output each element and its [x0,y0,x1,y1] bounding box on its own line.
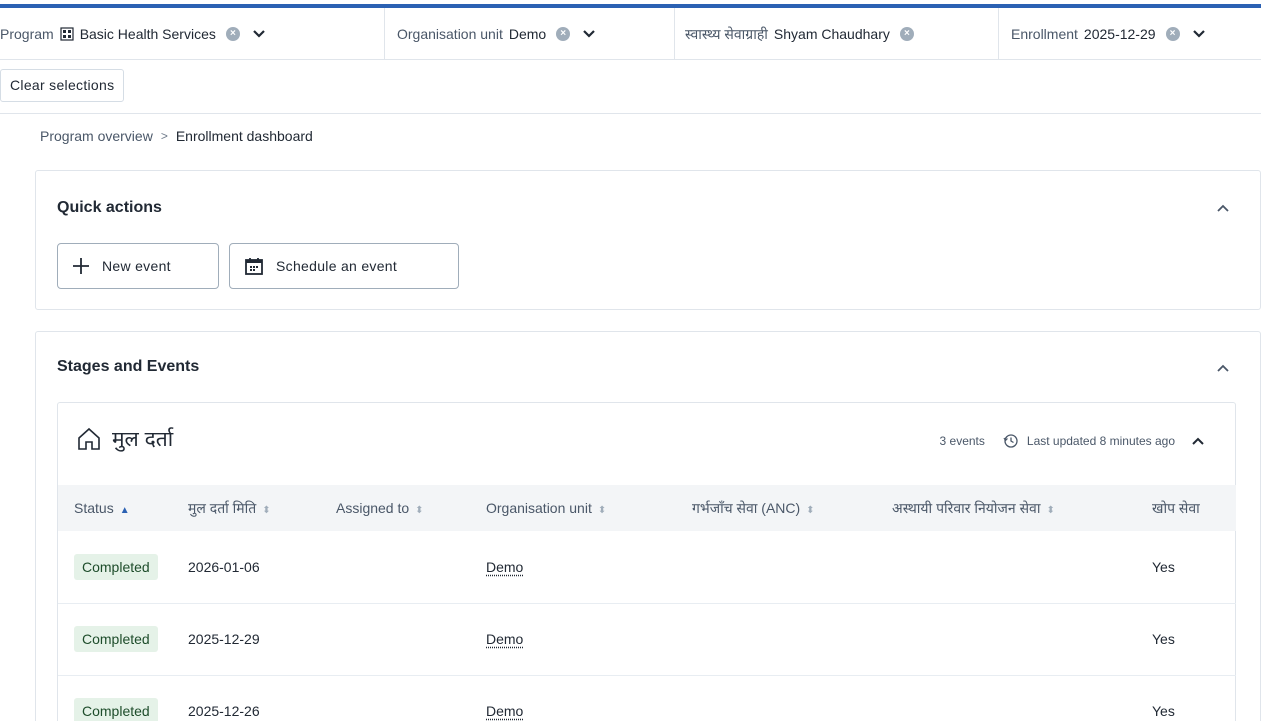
program-selector[interactable]: Program Basic Health Services × [0,8,385,60]
orgunit-value: Demo [509,26,546,42]
schedule-event-label: Schedule an event [276,258,397,274]
column-header-orgunit[interactable]: Organisation unit ⬍ [470,485,676,531]
home-icon [76,426,102,452]
person-value: Shyam Chaudhary [774,26,890,42]
enrollment-value: 2025-12-29 [1084,26,1156,42]
family-planning-cell [876,531,1136,603]
breadcrumb: Program overview > Enrollment dashboard [40,128,313,144]
new-event-button[interactable]: New event [57,243,219,289]
table-row[interactable]: Completed 2025-12-26 Demo Yes [58,675,1236,721]
enrollment-label: Enrollment [1011,26,1078,42]
table-row[interactable]: Completed 2025-12-29 Demo Yes [58,603,1236,675]
breadcrumb-program-overview[interactable]: Program overview [40,128,153,144]
chevron-up-icon[interactable] [1216,363,1230,373]
column-header-vaccine[interactable]: खोप सेवा [1136,485,1236,531]
chevron-down-icon[interactable] [1192,29,1206,39]
stages-panel: Stages and Events मुल दर्ता 3 events Las… [35,331,1261,721]
orgunit-link[interactable]: Demo [486,631,523,647]
stage-meta: 3 events Last updated 8 minutes ago [940,433,1205,449]
selection-bar: Program Basic Health Services × Organisa… [0,8,1261,60]
breadcrumb-current: Enrollment dashboard [176,128,313,144]
assigned-to [320,675,470,721]
stage-header: मुल दर्ता [76,425,173,453]
stages-title: Stages and Events [57,358,199,376]
event-date: 2026-01-06 [172,531,320,603]
anc-cell [676,675,876,721]
divider [0,113,1261,114]
event-date: 2025-12-29 [172,603,320,675]
vaccine-cell: Yes [1136,675,1236,721]
column-header-family-planning[interactable]: अस्थायी परिवार नियोजन सेवा ⬍ [876,485,1136,531]
calendar-icon [244,256,264,276]
status-badge: Completed [74,698,158,721]
chevron-up-icon[interactable] [1216,203,1230,213]
chevron-up-icon[interactable] [1191,436,1205,446]
column-header-anc[interactable]: गर्भजाँच सेवा (ANC) ⬍ [676,485,876,531]
table-header-row: Status ▲ मुल दर्ता मिति ⬍ Assigned to ⬍ Org… [58,485,1236,531]
enrollment-selector[interactable]: Enrollment 2025-12-29 × [999,8,1261,60]
anc-cell [676,603,876,675]
person-label: स्वास्थ्य सेवाग्राही [685,25,768,44]
clear-selections-button[interactable]: Clear selections [0,69,124,102]
new-event-label: New event [102,258,171,274]
program-value: Basic Health Services [80,26,216,42]
events-table: Status ▲ मुल दर्ता मिति ⬍ Assigned to ⬍ Org… [58,485,1236,721]
program-icon [60,27,74,41]
status-badge: Completed [74,626,158,652]
program-label: Program [0,26,54,42]
orgunit-link[interactable]: Demo [486,559,523,575]
clear-person-icon[interactable]: × [900,27,914,41]
vaccine-cell: Yes [1136,531,1236,603]
event-date: 2025-12-26 [172,675,320,721]
status-badge: Completed [74,554,158,580]
clear-enrollment-icon[interactable]: × [1166,27,1180,41]
column-header-assigned[interactable]: Assigned to ⬍ [320,485,470,531]
vaccine-cell: Yes [1136,603,1236,675]
chevron-down-icon[interactable] [582,29,596,39]
person-selector[interactable]: स्वास्थ्य सेवाग्राही Shyam Chaudhary × [675,8,999,60]
stage-card: मुल दर्ता 3 events Last updated 8 minute… [57,402,1236,721]
clear-program-icon[interactable]: × [226,27,240,41]
family-planning-cell [876,675,1136,721]
breadcrumb-separator: > [161,129,168,143]
quick-actions-panel: Quick actions New event Schedule an even… [35,170,1261,310]
history-icon [1003,433,1019,449]
orgunit-selector[interactable]: Organisation unit Demo × [385,8,675,60]
assigned-to [320,603,470,675]
events-count: 3 events [940,434,985,448]
orgunit-link[interactable]: Demo [486,703,523,719]
chevron-down-icon[interactable] [252,29,266,39]
last-updated: Last updated 8 minutes ago [1027,434,1175,448]
orgunit-label: Organisation unit [397,26,503,42]
table-row[interactable]: Completed 2026-01-06 Demo Yes [58,531,1236,603]
schedule-event-button[interactable]: Schedule an event [229,243,459,289]
anc-cell [676,531,876,603]
quick-actions-title: Quick actions [57,199,162,217]
clear-orgunit-icon[interactable]: × [556,27,570,41]
assigned-to [320,531,470,603]
column-header-date[interactable]: मुल दर्ता मिति ⬍ [172,485,320,531]
stage-name: मुल दर्ता [112,425,173,453]
plus-icon [72,257,90,275]
column-header-status[interactable]: Status ▲ [58,485,172,531]
family-planning-cell [876,603,1136,675]
